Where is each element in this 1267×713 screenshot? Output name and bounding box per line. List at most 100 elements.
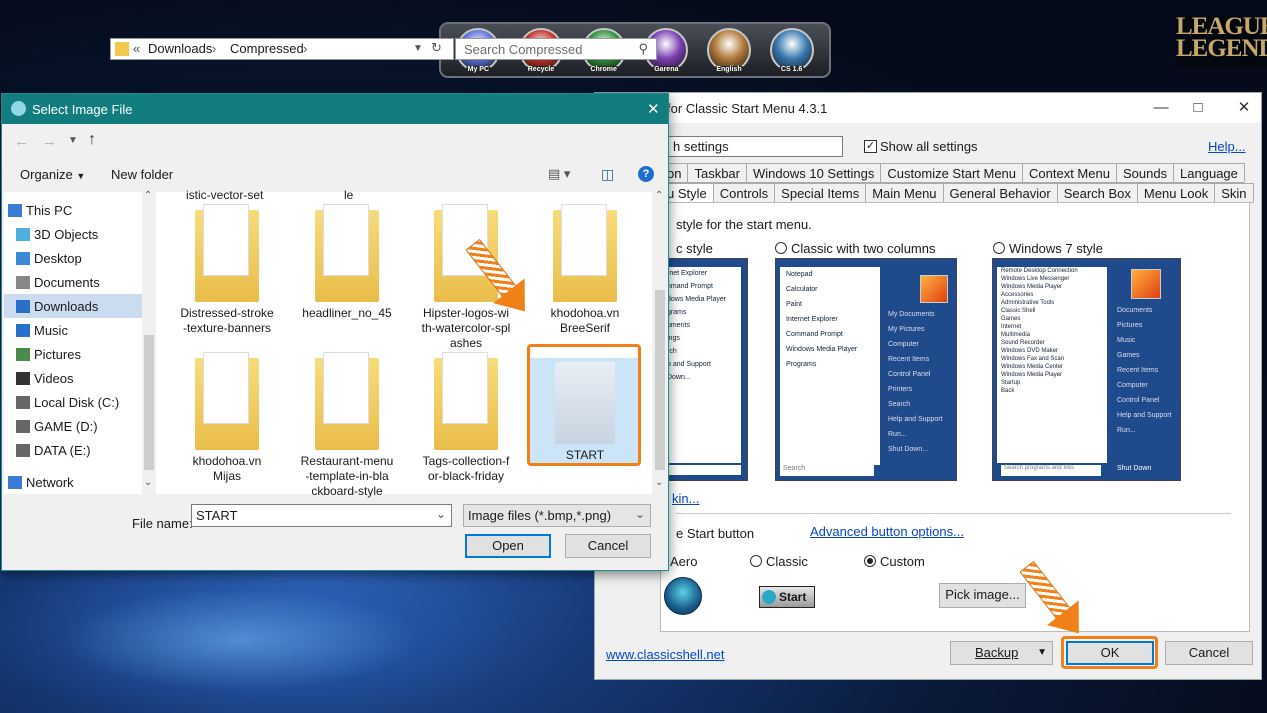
- settings-tab[interactable]: Controls: [712, 183, 776, 202]
- file-item[interactable]: headliner_no_45: [292, 204, 402, 321]
- tree-scrollbar[interactable]: ⌃ ⌄: [142, 190, 156, 494]
- settings-tab[interactable]: Menu Look: [1136, 183, 1216, 202]
- tree-item[interactable]: Pictures: [4, 342, 144, 366]
- settings-tab[interactable]: Context Menu: [1022, 163, 1117, 182]
- forward-arrow-icon[interactable]: →: [42, 133, 57, 150]
- open-button[interactable]: Open: [465, 534, 551, 558]
- dropdown-arrow-icon: ▼: [76, 171, 86, 181]
- tree-item[interactable]: Desktop: [4, 246, 144, 270]
- windows7-preview[interactable]: Remote Desktop Connection Windows Live Me…: [992, 258, 1181, 481]
- tree-item-label: Pictures: [34, 346, 81, 362]
- preview-menu-item: Control Panel: [888, 371, 931, 378]
- show-all-checkbox[interactable]: ✓: [864, 140, 877, 153]
- background-glow: [0, 560, 520, 713]
- tree-item[interactable]: DATA (E:): [4, 438, 144, 462]
- address-dropdown-icon[interactable]: ▼: [413, 43, 423, 54]
- advanced-button-options-link[interactable]: Advanced button options...: [810, 524, 964, 539]
- tree-item[interactable]: Local Disk (C:): [4, 390, 144, 414]
- preview-pane-icon[interactable]: ◫: [601, 166, 614, 183]
- help-link[interactable]: Help...: [1208, 139, 1246, 154]
- tree-item[interactable]: This PC: [4, 198, 144, 222]
- tree-item[interactable]: Videos: [4, 366, 144, 390]
- up-arrow-icon[interactable]: ↑: [88, 131, 96, 149]
- dock-item[interactable]: CS 1.6: [769, 28, 814, 73]
- website-link[interactable]: www.classicshell.net: [606, 647, 725, 662]
- file-item[interactable]: Distressed-stroke -texture-banners: [172, 204, 282, 336]
- settings-tab[interactable]: Sounds: [1115, 163, 1175, 182]
- style-opt2-label[interactable]: Classic with two columns: [791, 241, 936, 256]
- settings-tab[interactable]: Search Box: [1056, 183, 1138, 202]
- dialog-search-input[interactable]: Search Compressed ⚲: [455, 38, 657, 60]
- settings-tab[interactable]: Customize Start Menu: [880, 163, 1024, 182]
- aero-label[interactable]: Aero: [670, 554, 697, 569]
- recent-dropdown-icon[interactable]: ▼: [68, 135, 78, 146]
- settings-title: for Classic Start Menu 4.3.1: [667, 101, 828, 116]
- classic-style-preview[interactable]: rnet Explorer nmand Prompt dows Media Play…: [662, 258, 748, 481]
- tree-scroll-thumb[interactable]: [144, 335, 154, 470]
- settings-tab[interactable]: Language: [1173, 163, 1245, 182]
- scroll-down-icon[interactable]: ⌄: [144, 477, 152, 488]
- breadcrumb-compressed[interactable]: Compressed: [230, 41, 304, 56]
- organize-button[interactable]: Organize ▼: [20, 167, 85, 182]
- style-opt2-radio[interactable]: [775, 242, 787, 254]
- file-item[interactable]: Restaurant-menu -template-in-bla ckboard…: [292, 352, 402, 499]
- tree-item[interactable]: Music: [4, 318, 144, 342]
- minimize-button[interactable]: —: [1150, 97, 1172, 119]
- two-columns-preview[interactable]: Notepad Calculator Paint Internet Explorer C…: [775, 258, 957, 481]
- file-name-value: START: [196, 508, 238, 523]
- settings-tab[interactable]: General Behavior: [942, 183, 1058, 202]
- scroll-down-icon[interactable]: ⌄: [655, 477, 663, 488]
- backup-button[interactable]: Backup ▼: [950, 641, 1053, 665]
- settings-tab[interactable]: Special Items: [774, 183, 867, 202]
- breadcrumb-downloads[interactable]: Downloads: [148, 41, 212, 56]
- file-item[interactable]: khodohoa.vn BreeSerif: [530, 204, 640, 336]
- custom-label[interactable]: Custom: [880, 554, 925, 569]
- tree-item[interactable]: Documents: [4, 270, 144, 294]
- custom-radio[interactable]: [864, 555, 876, 567]
- pick-image-button[interactable]: Pick image...: [939, 583, 1026, 608]
- grid-scrollbar[interactable]: ⌃ ⌄: [653, 190, 667, 494]
- settings-tab[interactable]: Windows 10 Settings: [746, 163, 882, 182]
- settings-search-input[interactable]: h settings: [666, 136, 843, 157]
- settings-tab[interactable]: Skin: [1214, 183, 1254, 202]
- dropdown-chevron-icon[interactable]: ⌄: [436, 507, 446, 521]
- preview-menu-item: Search: [888, 401, 911, 408]
- back-arrow-icon[interactable]: ←: [14, 133, 29, 150]
- file-item[interactable]: Tags-collection-f or-black-friday: [411, 352, 521, 484]
- style-opt3-radio[interactable]: [993, 242, 1005, 254]
- classic-label[interactable]: Classic: [766, 554, 808, 569]
- refresh-icon[interactable]: ↻: [431, 40, 442, 56]
- classic-radio[interactable]: [750, 555, 762, 567]
- grid-scroll-thumb[interactable]: [655, 290, 665, 470]
- view-options-icon[interactable]: ▤ ▾: [548, 166, 570, 182]
- close-button[interactable]: ✕: [1233, 97, 1255, 119]
- tree-item-label: Documents: [34, 274, 100, 290]
- style-opt3-label[interactable]: Windows 7 style: [1009, 241, 1103, 256]
- dialog-cancel-button[interactable]: Cancel: [565, 534, 651, 558]
- tab-row-1: on Taskbar Windows 10 Settings Customize St…: [660, 163, 1245, 183]
- settings-cancel-button[interactable]: Cancel: [1165, 641, 1253, 665]
- new-folder-button[interactable]: New folder: [111, 167, 173, 182]
- preview-menu-item: Recent Items: [888, 356, 930, 363]
- help-icon[interactable]: ?: [638, 166, 654, 182]
- file-name-input[interactable]: START ⌄: [191, 504, 452, 527]
- backup-label: Backup: [975, 645, 1019, 660]
- settings-tab[interactable]: Taskbar: [687, 163, 747, 182]
- address-bar[interactable]: « Downloads › Compressed › ▼ ↻: [110, 38, 454, 60]
- dialog-close-icon[interactable]: ✕: [647, 100, 660, 118]
- file-type-select[interactable]: Image files (*.bmp,*.png) ⌄: [463, 504, 651, 527]
- tree-item[interactable]: Downloads: [4, 294, 144, 318]
- preview-menu-item: Pictures: [1117, 322, 1143, 329]
- style-opt1-label[interactable]: c style: [676, 241, 713, 256]
- tree-item[interactable]: 3D Objects: [4, 222, 144, 246]
- file-item[interactable]: khodohoa.vn Mijas: [172, 352, 282, 484]
- maximize-button[interactable]: □: [1187, 97, 1209, 119]
- scroll-up-icon[interactable]: ⌃: [655, 190, 663, 201]
- skin-link[interactable]: kin...: [672, 491, 699, 506]
- dock-item[interactable]: English: [706, 28, 751, 73]
- settings-tab[interactable]: Main Menu: [865, 183, 944, 202]
- scroll-up-icon[interactable]: ⌃: [144, 190, 152, 201]
- tree-item[interactable]: GAME (D:): [4, 414, 144, 438]
- preview-menu-item: Programs: [786, 361, 817, 368]
- tree-item[interactable]: Network: [4, 470, 144, 494]
